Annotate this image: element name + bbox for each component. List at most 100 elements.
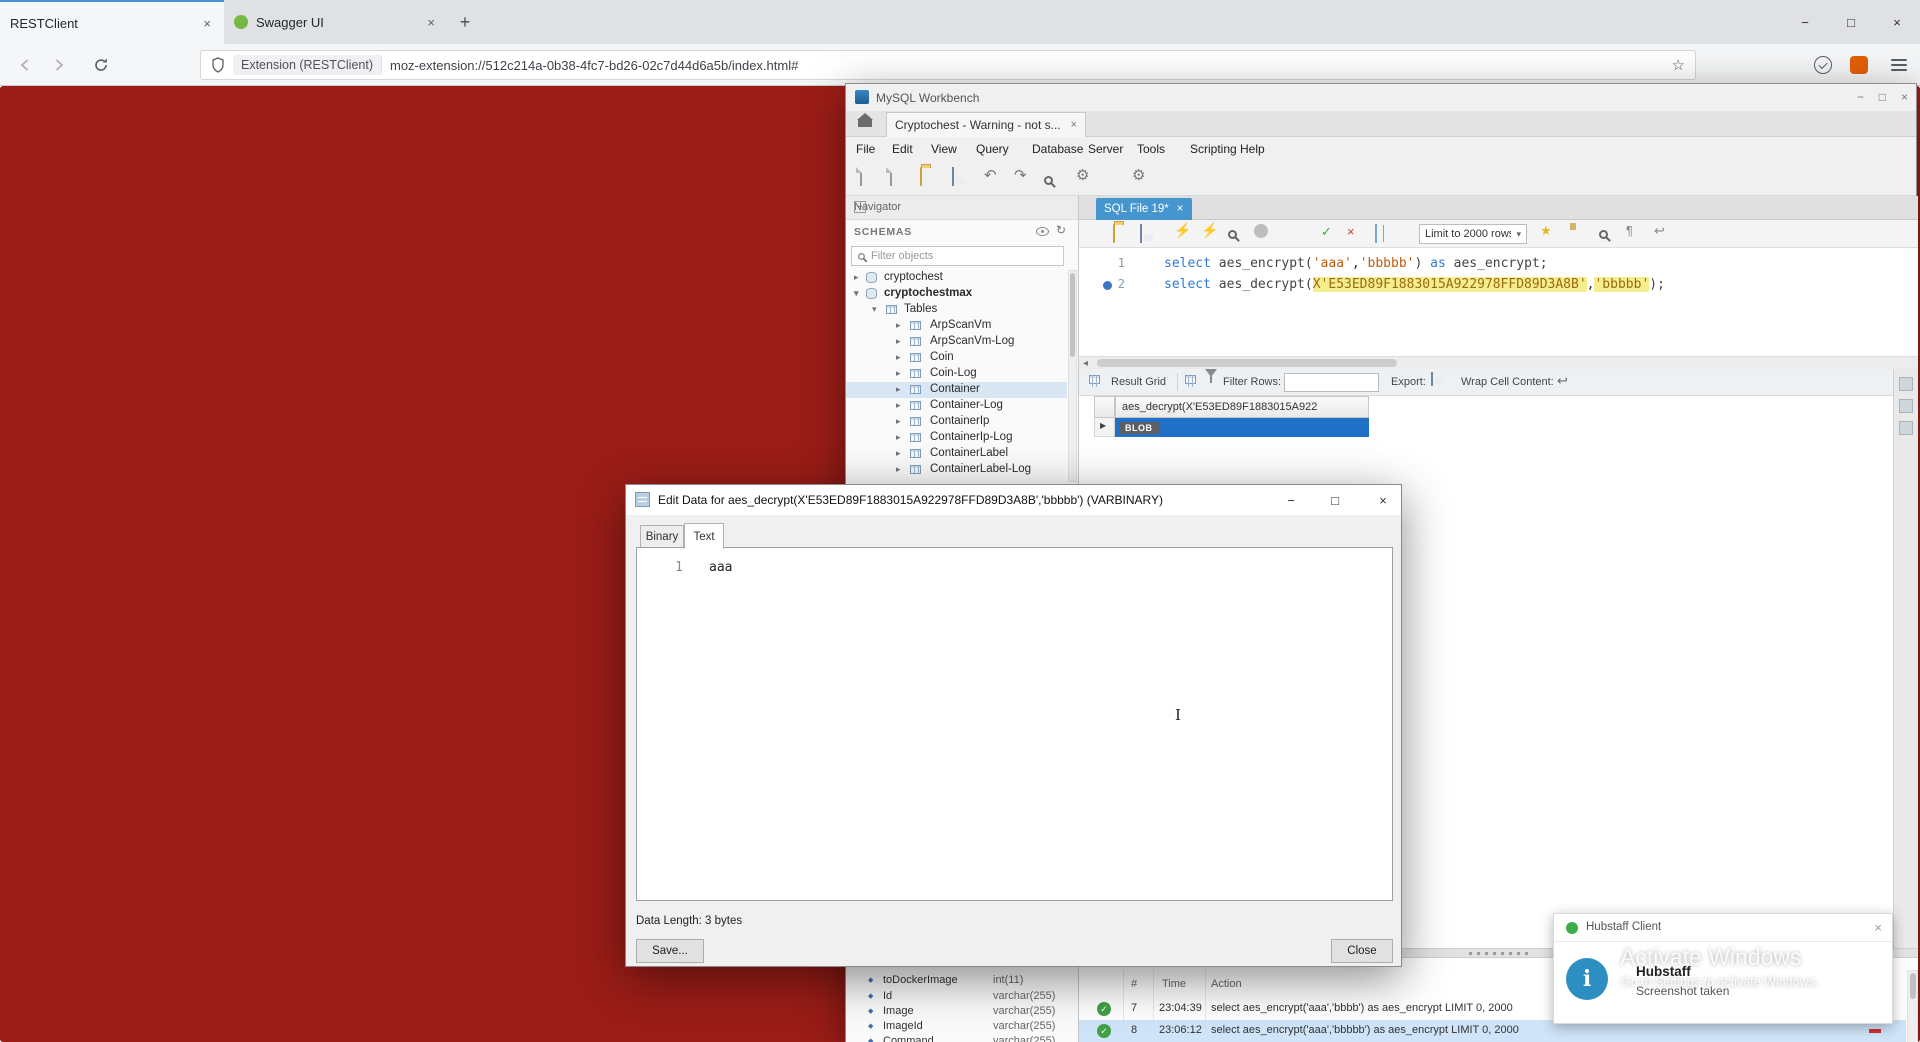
explain-icon[interactable] xyxy=(1228,226,1237,244)
menu-scripting[interactable]: Scripting xyxy=(1190,142,1237,156)
filter-rows-input[interactable] xyxy=(1284,373,1379,392)
tab-close-icon[interactable]: × xyxy=(1071,119,1077,131)
grid-view-icon[interactable] xyxy=(1185,375,1196,387)
export-icon[interactable] xyxy=(1431,372,1433,386)
execute-icon[interactable]: ⚡ xyxy=(1174,222,1191,239)
workbench-close-button[interactable]: × xyxy=(1901,90,1908,104)
tree-item-cryptochestmax[interactable]: ▾ cryptochestmax xyxy=(846,286,1067,302)
expand-icon[interactable]: ▸ xyxy=(896,432,901,443)
limit-rows-dropdown[interactable]: Limit to 2000 rows ▾ xyxy=(1419,224,1527,244)
workbench-title-bar[interactable]: MySQL Workbench − □ × xyxy=(846,84,1916,111)
tree-item-table[interactable]: ▸ ContainerLabel xyxy=(846,446,1067,462)
result-grid-panel-icon[interactable] xyxy=(1899,377,1913,391)
menu-edit[interactable]: Edit xyxy=(892,142,913,156)
window-maximize-button[interactable]: □ xyxy=(1828,0,1874,44)
dialog-text-editor[interactable]: 1 aaa I xyxy=(636,547,1393,901)
eye-icon[interactable] xyxy=(1036,227,1049,236)
window-close-button[interactable]: × xyxy=(1874,0,1920,44)
expand-icon[interactable]: ▸ xyxy=(896,320,901,331)
dialog-title-bar[interactable]: Edit Data for aes_decrypt(X'E53ED89F1883… xyxy=(626,485,1401,515)
window-minimize-button[interactable]: − xyxy=(1782,0,1828,44)
dialog-maximize-button[interactable]: □ xyxy=(1320,485,1350,515)
refresh-icon[interactable]: ↻ xyxy=(1056,223,1066,237)
save-icon[interactable] xyxy=(952,167,954,186)
schema-filter-input[interactable] xyxy=(871,250,1058,262)
tree-scrollbar[interactable] xyxy=(1068,270,1077,482)
expand-icon[interactable]: ▸ xyxy=(854,272,859,283)
sql-file-tab[interactable]: SQL File 19* × xyxy=(1096,198,1192,220)
tree-item-cryptochest[interactable]: ▸ cryptochest xyxy=(846,270,1067,286)
undo-icon[interactable]: ↶ xyxy=(984,166,997,184)
tab-close-icon[interactable]: × xyxy=(424,15,438,30)
schema-filter-box[interactable] xyxy=(851,246,1064,266)
url-text[interactable]: moz-extension://512c214a-0b38-4fc7-bd26-… xyxy=(390,58,1664,73)
dialog-minimize-button[interactable]: − xyxy=(1276,485,1306,515)
save-button[interactable]: Save... xyxy=(636,939,704,963)
stop-icon[interactable] xyxy=(1254,224,1268,238)
expand-icon[interactable]: ▸ xyxy=(896,416,901,427)
form-editor-panel-icon[interactable] xyxy=(1899,399,1913,413)
collapse-icon[interactable]: ▾ xyxy=(854,288,859,299)
expand-icon[interactable]: ▸ xyxy=(896,384,901,395)
redo-icon[interactable]: ↷ xyxy=(1014,166,1027,184)
reload-button[interactable] xyxy=(88,52,114,78)
connection-tab[interactable]: Cryptochest - Warning - not s... × xyxy=(886,112,1087,137)
open-file-icon[interactable] xyxy=(920,167,922,186)
tree-item-table[interactable]: ▸ Coin xyxy=(846,350,1067,366)
tree-item-tables[interactable]: ▾ Tables xyxy=(846,302,1067,318)
new-script-icon[interactable] xyxy=(890,167,892,186)
home-icon[interactable] xyxy=(858,119,872,127)
back-button[interactable] xyxy=(12,52,38,78)
expand-icon[interactable]: ▸ xyxy=(896,448,901,459)
tree-item-table[interactable]: ▸ Coin-Log xyxy=(846,366,1067,382)
collapse-panel-icon[interactable]: − xyxy=(854,201,866,213)
site-identity-badge[interactable]: Extension (RESTClient) xyxy=(233,55,382,75)
expand-icon[interactable]: ▸ xyxy=(896,400,901,411)
wrap-text-icon[interactable]: ↩ xyxy=(1654,223,1665,239)
restclient-extension-button[interactable] xyxy=(1846,52,1872,78)
tree-item-table[interactable]: ▸ ContainerLabel-Log xyxy=(846,462,1067,478)
find-icon[interactable] xyxy=(1599,226,1608,244)
new-query-icon[interactable] xyxy=(860,167,862,186)
menu-tools[interactable]: Tools xyxy=(1137,142,1165,156)
tab-close-icon[interactable]: × xyxy=(200,16,214,31)
notification-close-icon[interactable]: × xyxy=(1874,920,1882,935)
invisible-chars-icon[interactable]: ¶ xyxy=(1626,223,1633,238)
menu-view[interactable]: View xyxy=(931,142,957,156)
bookmark-star-icon[interactable]: ☆ xyxy=(1672,56,1685,74)
collapse-icon[interactable]: ▾ xyxy=(872,304,877,315)
tree-item-table-selected[interactable]: ▸ Container xyxy=(846,382,1067,398)
close-button[interactable]: Close xyxy=(1331,939,1393,963)
menu-server[interactable]: Server xyxy=(1088,142,1123,156)
tree-item-table[interactable]: ▸ ContainerIp-Log xyxy=(846,430,1067,446)
menu-file[interactable]: File xyxy=(856,142,875,156)
grid-column-header[interactable]: aes_decrypt(X'E53ED89F1883015A922 xyxy=(1115,396,1369,418)
tab-binary[interactable]: Binary xyxy=(640,525,684,548)
editor-horizontal-scrollbar[interactable]: ◂ xyxy=(1079,356,1918,369)
save-script-icon[interactable] xyxy=(1140,224,1142,243)
tree-item-table[interactable]: ▸ Container-Log xyxy=(846,398,1067,414)
grid-row-gutter[interactable]: ▶ xyxy=(1094,418,1115,437)
preferences-gear-icon[interactable]: ⚙ xyxy=(1132,166,1145,184)
expand-icon[interactable]: ▸ xyxy=(896,464,901,475)
wrap-cell-icon[interactable]: ↩ xyxy=(1557,373,1568,389)
field-types-panel-icon[interactable] xyxy=(1899,421,1913,435)
tree-item-table[interactable]: ▸ ArpScanVm xyxy=(846,318,1067,334)
execute-current-icon[interactable]: ⚡ xyxy=(1201,222,1218,239)
menu-help[interactable]: Help xyxy=(1240,142,1265,156)
url-bar[interactable]: Extension (RESTClient) moz-extension://5… xyxy=(200,50,1696,80)
snippet-star-icon[interactable]: ★ xyxy=(1540,223,1552,239)
menu-query[interactable]: Query xyxy=(976,142,1009,156)
new-tab-button[interactable]: + xyxy=(448,0,482,44)
forward-button[interactable] xyxy=(46,52,72,78)
commit-icon[interactable]: ✓ xyxy=(1321,224,1332,240)
tree-item-table[interactable]: ▸ ArpScanVm-Log xyxy=(846,334,1067,350)
settings-gear-icon[interactable]: ⚙ xyxy=(1076,166,1089,184)
output-scrollbar[interactable] xyxy=(1907,970,1918,1042)
browser-tab-swagger[interactable]: Swagger UI × xyxy=(224,0,448,44)
tab-close-icon[interactable]: × xyxy=(1177,203,1184,215)
dialog-close-button[interactable]: × xyxy=(1368,485,1398,515)
search-icon[interactable] xyxy=(1044,172,1053,190)
tab-text[interactable]: Text xyxy=(684,523,724,549)
tree-item-table[interactable]: ▸ ContainerIp xyxy=(846,414,1067,430)
